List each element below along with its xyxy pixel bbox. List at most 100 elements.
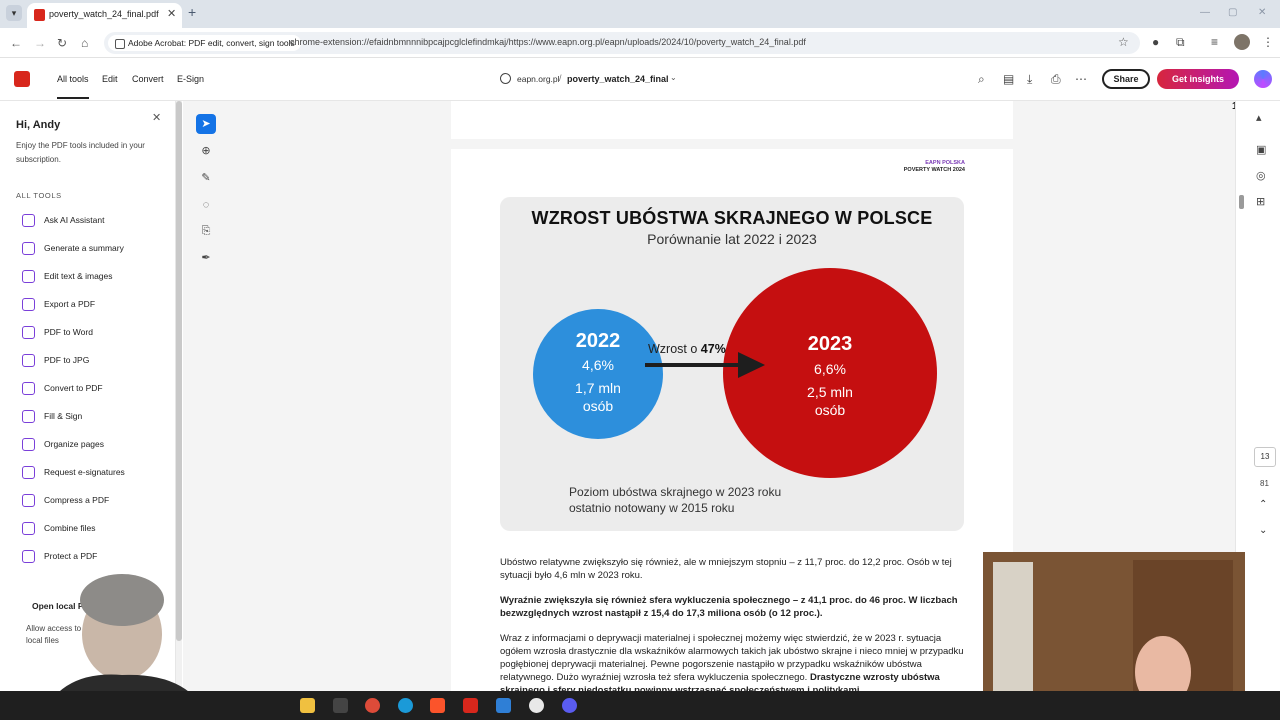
edge-icon[interactable] [398,698,413,713]
sidebar-item-label: Organize pages [44,439,105,449]
bookmark-star-icon[interactable]: ☆ [1118,35,1129,49]
address-bar-row: ← → ↻ ⌂ Adobe Acrobat: PDF edit, convert… [0,28,1280,58]
sidebar-item-convert[interactable]: Convert to PDF [22,380,170,398]
total-pages: 81 [1260,479,1269,488]
chevron-down-icon[interactable]: ⌄ [670,73,677,82]
sidebar-item-summary[interactable]: Generate a summary [22,240,170,258]
select-tool-icon[interactable]: ➤ [196,114,216,134]
sidebar-item-request-signatures[interactable]: Request e-signatures [22,464,170,482]
circle-2022: 2022 4,6% 1,7 mln osób [533,309,663,439]
sidebar-item-label: PDF to Word [44,327,93,337]
document-scrollbar-thumb[interactable] [1239,195,1244,209]
url-text[interactable]: chrome-extension://efaidnbmnnnibpcajpcgl… [290,37,806,47]
sidebar-item-organize[interactable]: Organize pages [22,436,170,454]
sidebar-item-label: PDF to JPG [44,355,90,365]
lasso-tool-icon[interactable]: ◌ [196,195,216,215]
omnibox[interactable]: Adobe Acrobat: PDF edit, convert, sign t… [104,32,1140,54]
sidebar-item-label: Request e-signatures [44,467,125,477]
chevron-down-icon[interactable]: ⌄ [1259,525,1267,536]
sidebar-greeting: Hi, Andy [16,119,61,131]
text-select-icon[interactable]: ⎘ [196,221,216,241]
circle-percent: 4,6% [582,357,614,373]
media-player-icon[interactable] [529,698,544,713]
organize-icon [22,438,35,451]
sidebar-item-export[interactable]: Export a PDF [22,296,170,314]
reading-list-icon[interactable]: ≡ [1211,35,1218,49]
word-icon [22,326,35,339]
menu-esign[interactable]: E-Sign [177,74,204,84]
note-line2: ostatnio notowany w 2015 roku [569,501,735,515]
get-insights-button[interactable]: Get insights [1157,69,1239,89]
tab-close-icon[interactable]: ✕ [167,7,176,20]
print-icon[interactable]: ⎙ [1051,72,1061,87]
file-explorer-icon[interactable] [300,698,315,713]
back-icon[interactable]: ← [10,36,22,50]
sidebar-item-compress[interactable]: Compress a PDF [22,492,170,510]
sidebar-item-label: Export a PDF [44,299,96,309]
extension-icon[interactable]: ● [1152,35,1159,49]
sidebar-item-ai-assistant[interactable]: Ask AI Assistant [22,212,170,230]
extensions-puzzle-icon[interactable]: ⧉ [1176,35,1185,50]
chrome-icon[interactable] [365,698,380,713]
circle-count: 2,5 mln [807,384,853,400]
current-page-box[interactable]: 13 [1254,447,1276,467]
app-icon[interactable] [562,698,577,713]
combine-icon [22,522,35,535]
growth-arrow-head [738,352,765,378]
browser-tab-bar: ▾ poverty_watch_24_final.pdf ✕ + — ▢ ✕ [0,0,1280,28]
comment-tool-icon[interactable]: ⊕ [196,141,216,161]
forward-icon[interactable]: → [34,36,46,50]
sidebar-item-pdf-to-word[interactable]: PDF to Word [22,324,170,342]
globe-icon [500,73,511,84]
window-close-icon[interactable]: ✕ [1258,7,1266,18]
ai-assistant-icon[interactable] [1254,70,1272,88]
note-line1: Poziom ubóstwa skrajnego w 2023 roku [569,485,782,499]
brave-icon[interactable] [430,698,445,713]
chevron-up-icon[interactable]: ⌃ [1259,499,1267,510]
acrobat-taskbar-icon[interactable] [333,698,348,713]
home-icon[interactable]: ⌂ [81,36,88,50]
menu-convert[interactable]: Convert [132,74,164,84]
infographic-subtitle: Porównanie lat 2022 i 2023 [647,231,817,247]
minimize-icon[interactable]: — [1200,7,1210,18]
maximize-icon[interactable]: ▢ [1228,7,1237,18]
sign-tool-icon[interactable]: ✒ [196,248,216,268]
browser-menu-icon[interactable]: ⋮ [1262,35,1274,49]
comments-panel-icon[interactable]: ▣ [1256,143,1266,156]
infographic-note: Poziom ubóstwa skrajnego w 2023 roku ost… [569,484,781,516]
pdf-icon [34,9,45,21]
profile-avatar[interactable] [1234,34,1250,50]
pdf-page: EAPN POLSKA POVERTY WATCH 2024 WZROST UB… [451,149,1013,691]
doc-name[interactable]: poverty_watch_24_final [567,74,669,84]
share-button[interactable]: Share [1102,69,1150,89]
browser-tab[interactable]: poverty_watch_24_final.pdf ✕ [27,3,182,28]
sidebar-item-combine[interactable]: Combine files [22,520,170,538]
all-tools-heading: ALL TOOLS [16,191,62,200]
sidebar-item-fill-sign[interactable]: Fill & Sign [22,408,170,426]
search-icon[interactable]: ⌕ [978,72,985,87]
sidebar-item-pdf-to-jpg[interactable]: PDF to JPG [22,352,170,370]
up-scroll-icon[interactable]: ▴ [1256,111,1262,124]
infographic-title: WZROST UBÓSTWA SKRAJNEGO W POLSCE [531,208,933,228]
acrobat-logo-icon[interactable] [14,71,30,87]
more-icon[interactable]: ⋯ [1075,72,1087,86]
ai-chat-icon[interactable]: ◎ [1256,169,1266,182]
sidebar-item-edit[interactable]: Edit text & images [22,268,170,286]
grid-icon[interactable]: ⊞ [1256,195,1265,208]
close-icon[interactable]: ✕ [152,111,161,124]
menu-edit[interactable]: Edit [102,74,118,84]
new-tab-button[interactable]: + [188,4,196,20]
download-icon[interactable]: ⤓ [1027,72,1032,87]
circle-count: 1,7 mln [575,380,621,396]
extension-chip[interactable]: Adobe Acrobat: PDF edit, convert, sign t… [108,35,301,51]
compress-icon [22,494,35,507]
sidebar-item-label: Convert to PDF [44,383,103,393]
pen-tool-icon[interactable]: ✎ [196,168,216,188]
tab-search-button[interactable]: ▾ [6,5,22,21]
photos-icon[interactable] [496,698,511,713]
growth-value: 47% [700,342,726,356]
menu-all-tools[interactable]: All tools [57,74,89,99]
reload-icon[interactable]: ↻ [57,36,67,50]
page-thumbnails-icon[interactable]: ▤ [1003,72,1014,86]
pdf-app-icon[interactable] [463,698,478,713]
